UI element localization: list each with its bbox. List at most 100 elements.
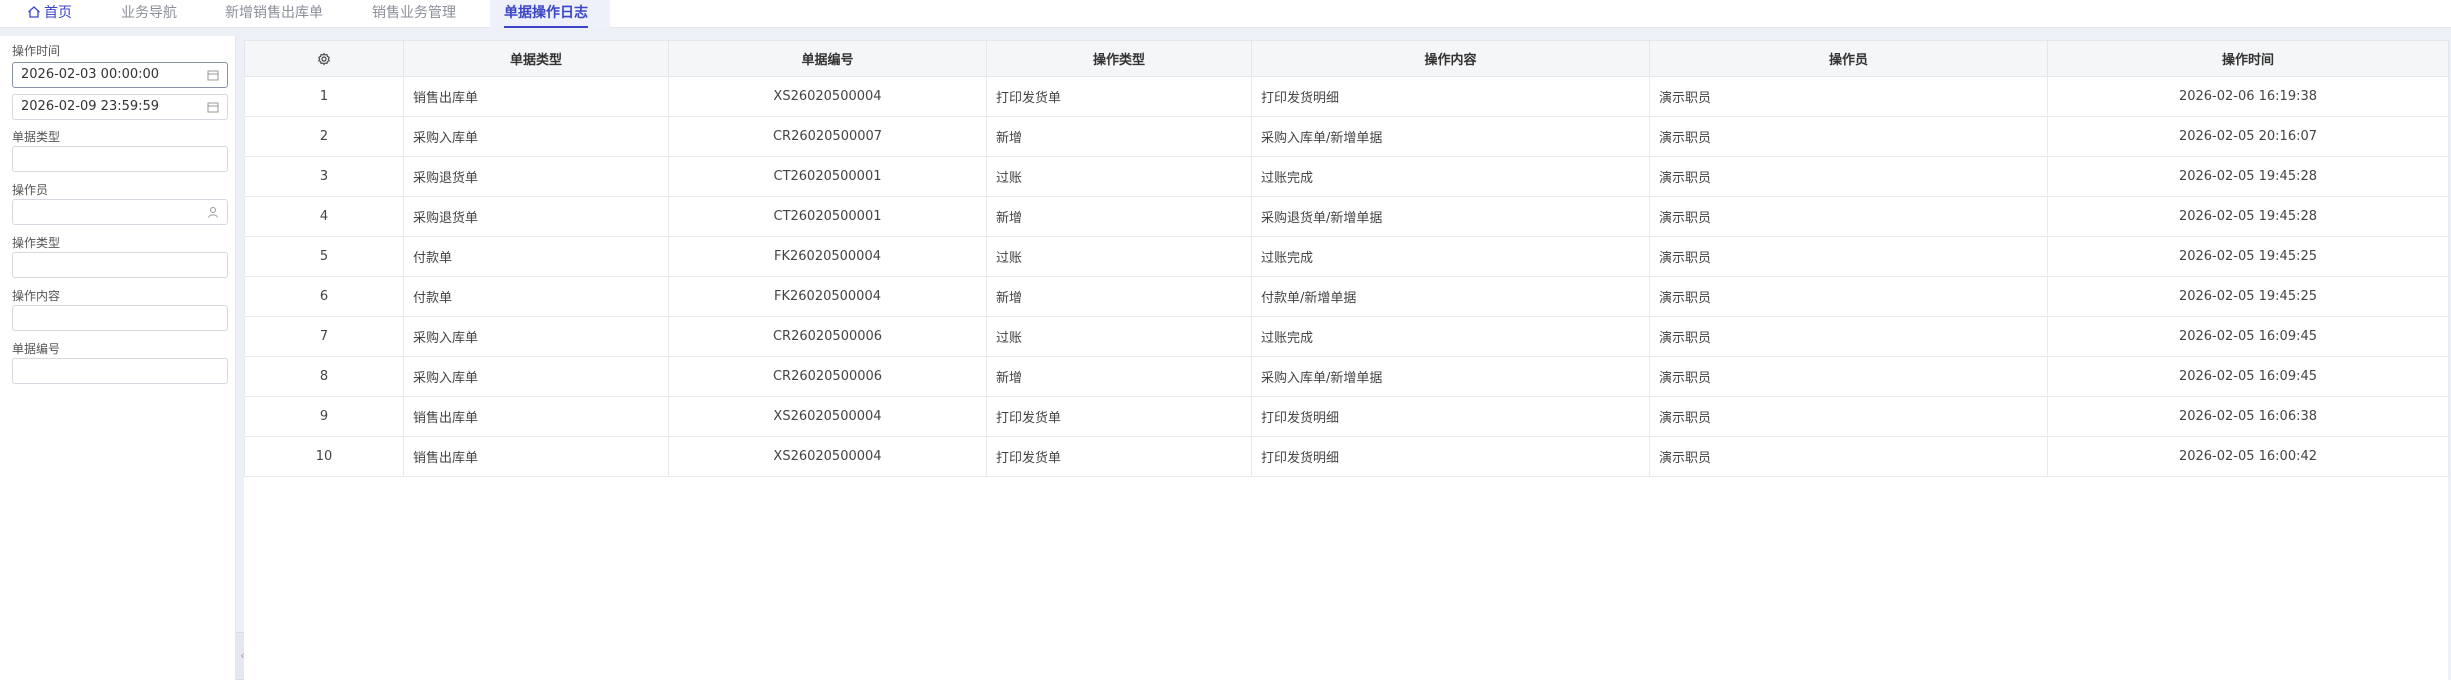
op-time-start-value: 2026-02-03 00:00:00 [21,67,160,82]
user-icon[interactable] [207,206,219,218]
cell-op-content: 打印发货明细 [1251,76,1650,117]
tab-home[interactable]: 首页 [27,0,72,28]
cell-doc-no: CR26020500007 [668,116,987,157]
cell-doc-type: 销售出库单 [403,396,669,437]
table-row[interactable]: 9 销售出库单 XS26020500004 打印发货单 打印发货明细 演示职员 2026-0… [244,396,2449,437]
cell-op-type: 新增 [986,196,1252,237]
table-row[interactable]: 3 采购退货单 CT26020500001 过账 过账完成 演示职员 2026-02-05 … [244,156,2449,197]
table-row[interactable]: 7 采购入库单 CR26020500006 过账 过账完成 演示职员 2026-02-05 … [244,316,2449,357]
cell-op-content: 采购入库单/新增单据 [1251,116,1650,157]
op-time-start-input[interactable]: 2026-02-03 00:00:00 [12,62,228,88]
cell-op-type: 新增 [986,116,1252,157]
row-index: 10 [244,436,404,477]
log-table-container: 单据类型 单据编号 操作类型 操作内容 操作员 操作时间 1 销售出库单 XS260… [244,40,2449,680]
gear-icon[interactable] [317,52,331,66]
doc-no-label: 单据编号 [12,342,61,356]
cell-operator: 演示职员 [1649,156,2048,197]
doc-type-label: 单据类型 [12,130,61,144]
cell-op-time: 2026-02-05 16:06:38 [2047,396,2449,437]
cell-op-time: 2026-02-05 16:09:45 [2047,316,2449,357]
table-row[interactable]: 4 采购退货单 CT26020500001 新增 采购退货单/新增单据 演示职员 2026-… [244,196,2449,237]
cell-operator: 演示职员 [1649,116,2048,157]
tab-sales-management[interactable]: 销售业务管理 [372,0,456,28]
table-body: 1 销售出库单 XS26020500004 打印发货单 打印发货明细 演示职员 2026-0… [244,76,2449,477]
cell-operator: 演示职员 [1649,236,2048,277]
column-header-doc-no[interactable]: 单据编号 [668,40,987,77]
cell-op-content: 打印发货明细 [1251,396,1650,437]
operator-input[interactable] [12,199,228,225]
cell-op-content: 付款单/新增单据 [1251,276,1650,317]
cell-doc-no: FK26020500004 [668,236,987,277]
column-header-operator[interactable]: 操作员 [1649,40,2048,77]
column-header-op-type[interactable]: 操作类型 [986,40,1252,77]
table-row[interactable]: 2 采购入库单 CR26020500007 新增 采购入库单/新增单据 演示职员 2026-… [244,116,2449,157]
cell-op-time: 2026-02-05 19:45:25 [2047,236,2449,277]
cell-op-time: 2026-02-05 19:45:25 [2047,276,2449,317]
cell-op-type: 过账 [986,316,1252,357]
table-row[interactable]: 8 采购入库单 CR26020500006 新增 采购入库单/新增单据 演示职员 2026-… [244,356,2449,397]
cell-op-content: 过账完成 [1251,236,1650,277]
table-row[interactable]: 6 付款单 FK26020500004 新增 付款单/新增单据 演示职员 2026-02-0… [244,276,2449,317]
filter-panel: 操作时间 2026-02-03 00:00:00 2026-02-09 23:5… [0,36,236,680]
cell-op-type: 打印发货单 [986,436,1252,477]
op-time-end-value: 2026-02-09 23:59:59 [21,99,160,114]
tab-doc-op-log-label: 单据操作日志 [504,5,588,21]
doc-type-input[interactable] [12,146,228,172]
cell-op-content: 打印发货明细 [1251,436,1650,477]
tab-new-sales-outbound-label: 新增销售出库单 [225,5,323,21]
tab-doc-op-log[interactable]: 单据操作日志 [504,0,588,28]
tab-sales-management-label: 销售业务管理 [372,5,456,21]
cell-op-time: 2026-02-05 16:00:42 [2047,436,2449,477]
table-row[interactable]: 5 付款单 FK26020500004 过账 过账完成 演示职员 2026-02-05 19… [244,236,2449,277]
row-index: 6 [244,276,404,317]
column-settings-header[interactable] [244,40,404,77]
table-row[interactable]: 10 销售出库单 XS26020500004 打印发货单 打印发货明细 演示职员 2026-… [244,436,2449,477]
table-header-row: 单据类型 单据编号 操作类型 操作内容 操作员 操作时间 [244,40,2449,77]
cell-doc-type: 采购退货单 [403,156,669,197]
cell-operator: 演示职员 [1649,396,2048,437]
cell-operator: 演示职员 [1649,76,2048,117]
column-header-doc-type[interactable]: 单据类型 [403,40,669,77]
cell-op-content: 采购退货单/新增单据 [1251,196,1650,237]
cell-doc-no: CR26020500006 [668,316,987,357]
cell-doc-type: 采购退货单 [403,196,669,237]
tab-business-nav[interactable]: 业务导航 [121,0,177,28]
cell-doc-no: CT26020500001 [668,156,987,197]
cell-op-type: 打印发货单 [986,76,1252,117]
row-index: 8 [244,356,404,397]
row-index: 1 [244,76,404,117]
cell-doc-no: XS26020500004 [668,76,987,117]
cell-doc-no: CR26020500006 [668,356,987,397]
op-content-input[interactable] [12,305,228,331]
cell-operator: 演示职员 [1649,196,2048,237]
app-root: 首页 业务导航 新增销售出库单 销售业务管理 单据操作日志 操作时间 2026-… [0,0,2451,680]
cell-doc-type: 付款单 [403,276,669,317]
column-header-op-time[interactable]: 操作时间 [2047,40,2449,77]
row-index: 7 [244,316,404,357]
table-row[interactable]: 1 销售出库单 XS26020500004 打印发货单 打印发货明细 演示职员 2026-0… [244,76,2449,117]
op-type-input[interactable] [12,252,228,278]
cell-doc-type: 销售出库单 [403,76,669,117]
op-type-label: 操作类型 [12,236,61,250]
op-time-label: 操作时间 [12,44,61,58]
tab-new-sales-outbound[interactable]: 新增销售出库单 [225,0,323,28]
cell-op-time: 2026-02-05 19:45:28 [2047,196,2449,237]
calendar-icon [207,70,219,81]
cell-op-time: 2026-02-05 20:16:07 [2047,116,2449,157]
cell-doc-type: 采购入库单 [403,116,669,157]
cell-doc-type: 销售出库单 [403,436,669,477]
cell-doc-no: XS26020500004 [668,396,987,437]
doc-no-input[interactable] [12,358,228,384]
tab-bar: 首页 业务导航 新增销售出库单 销售业务管理 单据操作日志 [0,0,2451,28]
cell-op-type: 新增 [986,356,1252,397]
row-index: 4 [244,196,404,237]
cell-doc-no: CT26020500001 [668,196,987,237]
row-index: 3 [244,156,404,197]
log-table: 单据类型 单据编号 操作类型 操作内容 操作员 操作时间 1 销售出库单 XS260… [244,40,2449,477]
tab-business-nav-label: 业务导航 [121,5,177,21]
column-header-op-content[interactable]: 操作内容 [1251,40,1650,77]
op-time-end-input[interactable]: 2026-02-09 23:59:59 [12,94,228,120]
cell-doc-type: 付款单 [403,236,669,277]
tab-home-label: 首页 [44,5,72,21]
cell-doc-no: FK26020500004 [668,276,987,317]
